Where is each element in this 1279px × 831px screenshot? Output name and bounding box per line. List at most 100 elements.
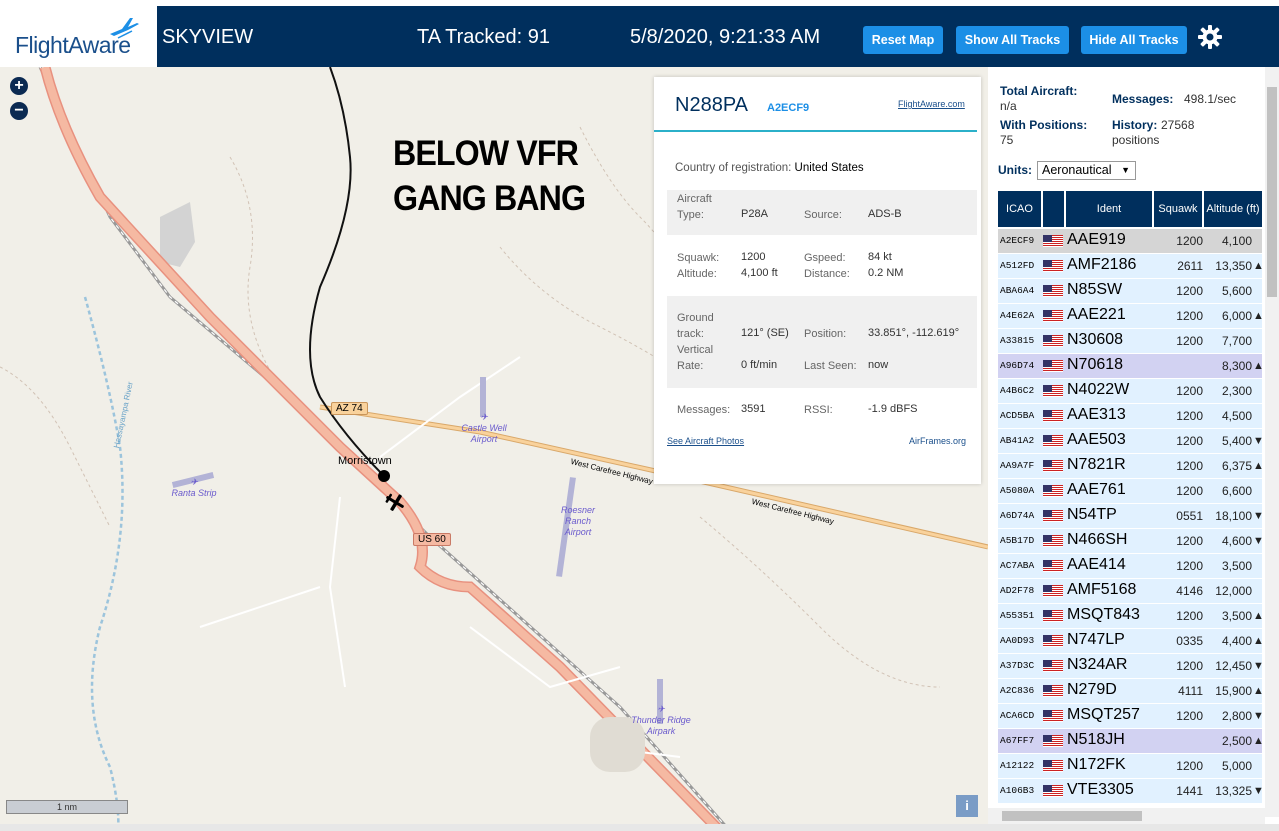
airframes-link[interactable]: AirFrames.org xyxy=(909,436,966,446)
table-row[interactable]: A2ECF9 AAE919 1200 4,100 xyxy=(998,229,1262,253)
ident-cell: AMF5168 xyxy=(1067,581,1137,598)
vrate-label: Vertical Rate: xyxy=(677,344,714,372)
altitude-trend-icon: ▼ xyxy=(1253,510,1264,522)
table-row[interactable]: A12122 N172FK 1200 5,000 xyxy=(998,754,1262,778)
zoom-in-button[interactable]: + xyxy=(10,77,28,95)
icao-cell: A106B3 xyxy=(1000,785,1035,796)
altitude-cell: 6,600 xyxy=(1221,484,1252,498)
total-aircraft-value: n/a xyxy=(1000,99,1017,113)
squawk-cell: 1200 xyxy=(1176,659,1203,673)
icao-cell: AB41A2 xyxy=(1000,435,1035,446)
us-flag-icon xyxy=(1043,360,1063,372)
messages-rate-label: Messages: xyxy=(1112,92,1174,106)
aircraft-icao: A2ECF9 xyxy=(767,102,810,114)
us-flag-icon xyxy=(1043,685,1063,697)
aircraft-photos-link[interactable]: See Aircraft Photos xyxy=(667,436,744,446)
squawk-label: Squawk: xyxy=(677,252,720,264)
icao-cell: A5080A xyxy=(1000,485,1035,496)
icao-cell: AC7ABA xyxy=(1000,560,1035,571)
top-bar: FlightAware SKYVIEW TA Tracked: 91 5/8/2… xyxy=(0,0,1279,67)
hide-all-tracks-button[interactable]: Hide All Tracks xyxy=(1081,26,1187,54)
table-row[interactable]: ABA6A4 N85SW 1200 5,600 xyxy=(998,279,1262,303)
horizontal-scrollbar[interactable] xyxy=(988,808,1265,824)
us-flag-icon xyxy=(1043,560,1063,572)
altitude-cell: 5,600 xyxy=(1221,284,1252,298)
column-header-squawk[interactable]: Squawk xyxy=(1154,191,1202,227)
table-row[interactable]: A55351 MSQT843 1200 3,500 ▲ xyxy=(998,604,1264,628)
airport-label: ✈ Ranta Strip xyxy=(171,477,217,498)
squawk-cell: 1441 xyxy=(1176,784,1203,798)
us-flag-icon xyxy=(1043,610,1063,622)
az74-shield: AZ 74 xyxy=(331,402,368,415)
altitude-cell: 5,000 xyxy=(1221,759,1252,773)
altitude-trend-icon: ▲ xyxy=(1253,635,1264,647)
us-flag-icon xyxy=(1043,510,1063,522)
altitude-trend-icon: ▼ xyxy=(1253,435,1264,447)
gear-icon[interactable] xyxy=(1197,24,1223,50)
table-row[interactable]: AA9A7F N7821R 1200 6,375 ▲ xyxy=(998,454,1264,478)
table-row[interactable]: AC7ABA AAE414 1200 3,500 xyxy=(998,554,1262,578)
column-header-ident[interactable]: Ident xyxy=(1066,191,1152,227)
ident-cell: N324AR xyxy=(1067,656,1128,673)
altitude-cell: 15,900 xyxy=(1215,684,1252,698)
zoom-out-button[interactable]: − xyxy=(10,102,28,120)
squawk-cell: 0335 xyxy=(1176,634,1203,648)
airport-label: ✈ Thunder Ridge Airpark xyxy=(631,704,691,736)
table-row[interactable]: A6D74A N54TP 0551 18,100 ▼ xyxy=(998,504,1264,528)
airport-label: Roesner Ranch Airport xyxy=(560,505,596,537)
scale-bar: 1 nm xyxy=(6,800,128,814)
altitude-trend-icon: ▼ xyxy=(1253,710,1264,722)
altitude-trend-icon: ▼ xyxy=(1253,785,1264,797)
selected-aircraft-icon[interactable] xyxy=(384,491,406,513)
table-row[interactable]: AA0D93 N747LP 0335 4,400 ▲ xyxy=(998,629,1264,653)
us-flag-icon xyxy=(1043,785,1063,797)
squawk-cell: 1200 xyxy=(1176,459,1203,473)
table-row[interactable]: A4E62A AAE221 1200 6,000 ▲ xyxy=(998,304,1264,328)
map-info-button[interactable]: i xyxy=(956,795,978,817)
ident-cell: AMF2186 xyxy=(1067,256,1137,273)
us-flag-icon xyxy=(1043,535,1063,547)
squawk-cell: 1200 xyxy=(1176,234,1203,248)
table-row[interactable]: A512FD AMF2186 2611 13,350 ▲ xyxy=(998,254,1264,278)
reset-map-button[interactable]: Reset Map xyxy=(863,26,943,54)
ident-cell: AAE313 xyxy=(1067,406,1126,423)
table-row[interactable]: A106B3 VTE3305 1441 13,325 ▼ xyxy=(998,779,1264,803)
altitude-cell: 12,000 xyxy=(1215,584,1252,598)
aircraft-ident: N288PA xyxy=(675,94,749,116)
table-row[interactable]: A37D3C N324AR 1200 12,450 ▼ xyxy=(998,654,1264,678)
flightaware-link[interactable]: FlightAware.com xyxy=(898,99,965,109)
ident-cell: AAE414 xyxy=(1067,556,1126,573)
table-row[interactable]: A5080A AAE761 1200 6,600 xyxy=(998,479,1262,503)
us-flag-icon xyxy=(1043,760,1063,772)
column-header-altitude[interactable]: Altitude (ft) xyxy=(1204,191,1262,227)
table-row[interactable]: A67FF7 N518JH 2,500 ▲ xyxy=(998,729,1264,753)
altitude-trend-icon: ▲ xyxy=(1253,310,1264,322)
table-row[interactable]: A33815 N30608 1200 7,700 xyxy=(998,329,1262,353)
squawk-cell: 1200 xyxy=(1176,409,1203,423)
units-select[interactable]: Aeronautical ▼ xyxy=(1037,161,1136,180)
app-title: SKYVIEW xyxy=(162,26,254,48)
ident-cell: AAE919 xyxy=(1067,231,1126,248)
us-flag-icon xyxy=(1043,410,1063,422)
squawk-cell: 4111 xyxy=(1178,684,1203,698)
table-row[interactable]: ACA6CD MSQT257 1200 2,800 ▼ xyxy=(998,704,1264,728)
flightaware-logo[interactable]: FlightAware xyxy=(0,6,157,67)
table-row[interactable]: AB41A2 AAE503 1200 5,400 ▼ xyxy=(998,429,1264,453)
column-header-icao[interactable]: ICAO xyxy=(998,191,1041,227)
altitude-cell: 2,800 xyxy=(1221,709,1252,723)
vertical-scrollbar[interactable] xyxy=(1265,67,1279,817)
table-row[interactable]: A2C836 N279D 4111 15,900 ▲ xyxy=(998,679,1264,703)
table-row[interactable]: A5B17D N466SH 1200 4,600 ▼ xyxy=(998,529,1264,553)
table-row[interactable]: A4B6C2 N4022W 1200 2,300 xyxy=(998,379,1262,403)
icao-cell: AA9A7F xyxy=(1000,460,1035,471)
table-row[interactable]: AD2F78 AMF5168 4146 12,000 xyxy=(998,579,1262,603)
icao-cell: A33815 xyxy=(1000,335,1035,346)
squawk-value: 1200 xyxy=(741,251,766,263)
table-row[interactable]: A96D74 N70618 8,300 ▲ xyxy=(998,354,1264,378)
column-header-flag[interactable] xyxy=(1043,191,1064,227)
track-value: 121° (SE) xyxy=(741,327,789,339)
us-flag-icon xyxy=(1043,285,1063,297)
show-all-tracks-button[interactable]: Show All Tracks xyxy=(956,26,1069,54)
table-row[interactable]: ACD5BA AAE313 1200 4,500 xyxy=(998,404,1262,428)
us-flag-icon xyxy=(1043,235,1063,247)
